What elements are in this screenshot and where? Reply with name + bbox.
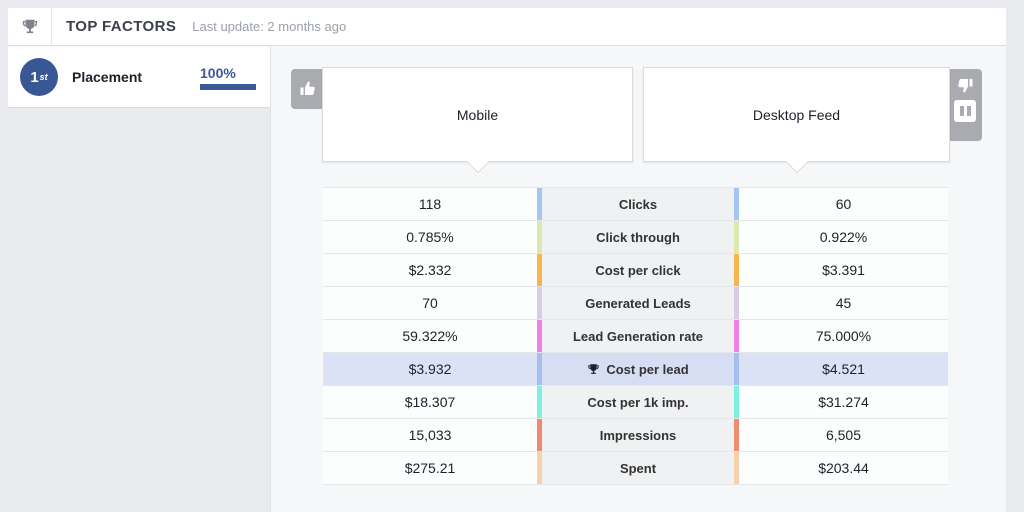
metric-value-mobile: $3.932 bbox=[408, 361, 452, 377]
score-percent: 100% bbox=[200, 64, 236, 81]
comparison-content: Mobile Desktop Feed 118 Clicks 60 0.785%… bbox=[271, 47, 1006, 512]
page: TOP FACTORS Last update: 2 months ago 1s… bbox=[0, 0, 1024, 512]
metric-color-stripe-left bbox=[537, 254, 542, 286]
metric-row: 59.322% Lead Generation rate 75.000% bbox=[323, 320, 948, 353]
metric-color-stripe-left bbox=[537, 287, 542, 319]
metric-label-cell: Clicks bbox=[537, 188, 739, 220]
variant-card-mobile[interactable]: Mobile bbox=[322, 67, 633, 174]
metric-color-stripe-left bbox=[537, 188, 542, 220]
metric-value-mobile: 0.785% bbox=[406, 229, 454, 245]
metric-value-mobile: 59.322% bbox=[402, 328, 458, 344]
metric-label-cell: Generated Leads bbox=[537, 287, 739, 319]
card-pointer bbox=[785, 150, 808, 174]
metric-color-stripe-right bbox=[734, 287, 739, 319]
metric-value-desktop: 75.000% bbox=[815, 328, 872, 344]
metric-color-stripe-left bbox=[537, 452, 542, 484]
sidebar-item-placement[interactable]: 1st Placement 100% bbox=[8, 47, 270, 108]
metric-color-stripe-right bbox=[734, 221, 739, 253]
top-factors-panel: TOP FACTORS Last update: 2 months ago 1s… bbox=[8, 8, 1006, 512]
metric-color-stripe-right bbox=[734, 419, 739, 451]
factor-label: Placement bbox=[72, 69, 143, 85]
rank-badge: 1st bbox=[20, 58, 58, 96]
factor-score: 100% bbox=[200, 65, 256, 90]
metric-value-mobile: 15,033 bbox=[408, 427, 452, 443]
metric-color-stripe-right bbox=[734, 353, 739, 385]
metric-color-stripe-left bbox=[537, 221, 542, 253]
metric-label-cell: Click through bbox=[537, 221, 739, 253]
metric-label: Lead Generation rate bbox=[572, 328, 704, 344]
metric-label: Clicks bbox=[618, 196, 658, 212]
metric-value-desktop: $3.391 bbox=[822, 262, 865, 278]
metric-label: Cost per 1k imp. bbox=[587, 394, 689, 410]
metric-color-stripe-left bbox=[537, 386, 542, 418]
metric-label: Cost per click bbox=[595, 262, 681, 278]
metric-value-mobile: $18.307 bbox=[404, 394, 456, 410]
metric-color-stripe-right bbox=[734, 386, 739, 418]
metric-value-desktop: 0.922% bbox=[819, 229, 868, 245]
metric-label-cell: Spent bbox=[537, 452, 739, 484]
thumbs-up-icon bbox=[299, 80, 317, 98]
metric-label-cell: Cost per lead bbox=[537, 353, 739, 385]
metric-row: $3.932 Cost per lead $4.521 bbox=[323, 353, 948, 386]
metric-row: 70 Generated Leads 45 bbox=[323, 287, 948, 320]
metric-value-desktop: $31.274 bbox=[818, 394, 869, 410]
pause-button[interactable] bbox=[954, 100, 976, 122]
metric-label: Impressions bbox=[599, 427, 677, 443]
metric-label-cell: Lead Generation rate bbox=[537, 320, 739, 352]
factors-sidebar: 1st Placement 100% bbox=[8, 47, 271, 512]
metric-label-cell: Cost per 1k imp. bbox=[537, 386, 739, 418]
metric-label: Click through bbox=[596, 229, 680, 245]
metric-color-stripe-right bbox=[734, 188, 739, 220]
metric-value-desktop: $4.521 bbox=[822, 361, 865, 377]
metric-label-cell: Impressions bbox=[537, 419, 739, 451]
metric-value-mobile: 70 bbox=[422, 295, 438, 311]
metric-color-stripe-left bbox=[537, 320, 542, 352]
card-pointer bbox=[466, 150, 489, 174]
last-update-text: Last update: 2 months ago bbox=[192, 19, 347, 34]
metric-color-stripe-right bbox=[734, 452, 739, 484]
winner-trophy-icon bbox=[587, 363, 600, 376]
metric-row: 15,033 Impressions 6,505 bbox=[323, 419, 948, 452]
metric-value-mobile: $2.332 bbox=[408, 262, 452, 278]
metric-label: Cost per lead bbox=[606, 361, 689, 377]
metric-row: 0.785% Click through 0.922% bbox=[323, 221, 948, 254]
metric-color-stripe-right bbox=[734, 254, 739, 286]
metric-value-desktop: $203.44 bbox=[818, 460, 869, 476]
metric-value-mobile: 118 bbox=[418, 196, 442, 212]
panel-header: TOP FACTORS Last update: 2 months ago bbox=[8, 8, 1006, 46]
metric-label-cell: Cost per click bbox=[537, 254, 739, 286]
score-bar bbox=[200, 83, 256, 90]
metric-value-desktop: 6,505 bbox=[825, 427, 862, 443]
metric-value-mobile: $275.21 bbox=[404, 460, 456, 476]
metrics-table: 118 Clicks 60 0.785% Click through 0.922… bbox=[323, 187, 948, 485]
metric-row: $18.307 Cost per 1k imp. $31.274 bbox=[323, 386, 948, 419]
variant-card-desktop-feed[interactable]: Desktop Feed bbox=[643, 67, 950, 174]
metric-color-stripe-left bbox=[537, 353, 542, 385]
thumbs-down-pause-controls bbox=[948, 69, 982, 141]
metric-row: $2.332 Cost per click $3.391 bbox=[323, 254, 948, 287]
page-title: TOP FACTORS bbox=[66, 18, 177, 35]
thumbs-up-button[interactable] bbox=[291, 69, 325, 109]
metric-color-stripe-right bbox=[734, 320, 739, 352]
metric-value-desktop: 45 bbox=[835, 295, 852, 311]
trophy-icon bbox=[8, 8, 52, 45]
metric-color-stripe-left bbox=[537, 419, 542, 451]
metric-value-desktop: 60 bbox=[835, 196, 852, 212]
metric-row: $275.21 Spent $203.44 bbox=[323, 452, 948, 485]
variant-label: Desktop Feed bbox=[752, 106, 841, 123]
variant-label: Mobile bbox=[456, 106, 499, 123]
metric-label: Generated Leads bbox=[585, 295, 691, 311]
metric-label: Spent bbox=[619, 460, 657, 476]
thumbs-down-icon[interactable] bbox=[956, 76, 974, 94]
metric-row: 118 Clicks 60 bbox=[323, 188, 948, 221]
